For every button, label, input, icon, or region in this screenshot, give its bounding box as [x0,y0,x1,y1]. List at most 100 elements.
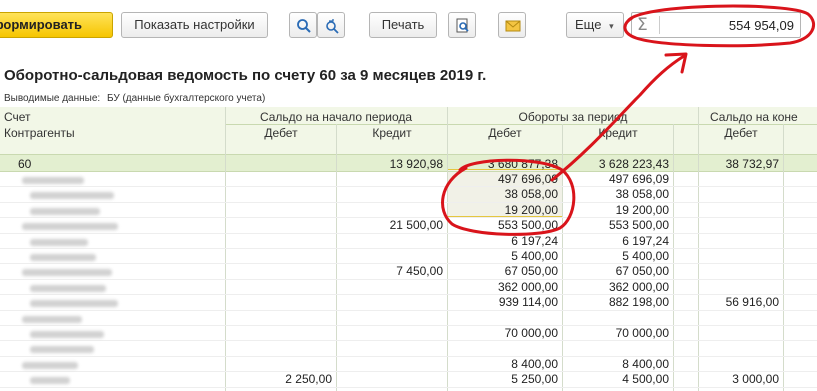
cell-opening-debit[interactable] [226,325,336,341]
cell-turnover-credit[interactable]: 362 000,00 [563,279,673,295]
col-counterparties-header: Контрагенты [4,125,224,141]
cell-opening-credit[interactable] [337,279,447,295]
cell-opening-credit[interactable] [337,202,447,218]
print-preview-button[interactable] [448,12,476,38]
cell-closing-debit[interactable] [700,217,783,233]
cell-turnover-debit[interactable]: 38 058,00 [448,186,562,202]
cell-closing-debit[interactable]: 3 000,00 [700,371,783,387]
cell-opening-debit[interactable] [226,233,336,249]
search-cancel-icon [326,19,339,34]
cell-opening-credit[interactable] [337,310,447,326]
cell-turnover-debit[interactable]: 6 197,24 [448,233,562,249]
cell-opening-debit[interactable] [226,171,336,187]
print-preview-icon [456,18,469,33]
cell-closing-debit[interactable] [700,340,783,356]
cell-opening-debit[interactable] [226,310,336,326]
send-email-button[interactable] [498,12,526,38]
cell-turnover-debit[interactable]: 5 250,00 [448,371,562,387]
cell-opening-debit[interactable] [226,248,336,264]
cell-opening-credit[interactable]: 7 450,00 [337,263,447,279]
cell-turnover-credit[interactable]: 5 400,00 [563,248,673,264]
cell-opening-credit[interactable]: 21 500,00 [337,217,447,233]
cell-turnover-credit[interactable]: 70 000,00 [563,325,673,341]
cell-opening-credit[interactable] [337,294,447,310]
cell-turnover-credit[interactable]: 38 058,00 [563,186,673,202]
cell-turnover-debit[interactable]: 8 400,00 [448,356,562,372]
cell-turnover-credit[interactable] [563,310,673,326]
cell-turnover-debit[interactable]: 67 050,00 [448,263,562,279]
cell-closing-debit[interactable] [700,202,783,218]
cell-turnover-credit[interactable]: 882 198,00 [563,294,673,310]
cell-turnover-debit[interactable] [448,340,562,356]
cell-opening-credit[interactable] [337,171,447,187]
search-cancel-button[interactable] [317,12,345,38]
opening-credit-header: Кредит [337,125,447,141]
search-button[interactable] [289,12,317,38]
cell-turnover-debit[interactable] [448,310,562,326]
turnover-credit-header: Кредит [563,125,673,141]
show-settings-button[interactable]: Показать настройки [121,12,268,38]
report-table[interactable]: Счет Контрагенты Сальдо на начало период… [0,107,817,391]
annotation-arrowhead [664,52,688,74]
cell-turnover-credit[interactable] [563,340,673,356]
cell-closing-debit[interactable] [700,310,783,326]
cell-opening-debit[interactable] [226,294,336,310]
selection-sum-field[interactable]: Σ 554 954,09 [631,12,801,38]
cell-opening-credit[interactable] [337,186,447,202]
cell-closing-debit[interactable] [700,279,783,295]
cell-turnover-debit[interactable]: 497 696,09 [448,171,562,187]
redacted-counterparty [30,300,118,308]
total-account: 60 [18,157,32,171]
cell-closing-debit[interactable] [700,171,783,187]
sum-value: 554 954,09 [728,18,794,33]
cell-opening-credit[interactable] [337,248,447,264]
cell-opening-debit[interactable] [226,186,336,202]
cell-closing-debit[interactable]: 56 916,00 [700,294,783,310]
cell-opening-debit[interactable]: 2 250,00 [226,371,336,387]
cell-turnover-debit[interactable]: 5 400,00 [448,248,562,264]
cell-turnover-debit[interactable]: 939 114,00 [448,294,562,310]
cell-opening-debit[interactable] [226,279,336,295]
cell-turnover-credit[interactable]: 553 500,00 [563,217,673,233]
cell-opening-debit[interactable] [226,202,336,218]
column-line [783,124,784,391]
cell-closing-debit[interactable] [700,186,783,202]
output-data-label: Выводимые данные: [4,93,101,104]
cell-opening-debit[interactable] [226,217,336,233]
cell-turnover-credit[interactable]: 8 400,00 [563,356,673,372]
cell-opening-credit[interactable] [337,325,447,341]
cell-closing-debit[interactable] [700,248,783,264]
more-button[interactable]: Еще ▾ [566,12,624,38]
cell-turnover-debit[interactable]: 70 000,00 [448,325,562,341]
cell-turnover-credit[interactable]: 6 197,24 [563,233,673,249]
redacted-counterparty [22,315,82,323]
cell-turnover-credit[interactable]: 497 696,09 [563,171,673,187]
cell-turnover-credit[interactable]: 19 200,00 [563,202,673,218]
cell-opening-debit[interactable] [226,340,336,356]
cell-opening-credit[interactable] [337,233,447,249]
cell-closing-debit[interactable] [700,325,783,341]
cell-turnover-debit[interactable]: 19 200,00 [448,202,562,218]
redacted-counterparty [30,331,104,338]
redacted-counterparty [30,207,100,215]
cell-opening-debit[interactable] [226,263,336,279]
cell-turnover-credit[interactable]: 4 500,00 [563,371,673,387]
header-line [226,124,817,125]
cell-opening-credit[interactable] [337,340,447,356]
envelope-icon [505,20,521,32]
cell-turnover-credit[interactable]: 67 050,00 [563,263,673,279]
print-button[interactable]: Печать [369,12,437,38]
cell-closing-debit[interactable] [700,233,783,249]
generate-button[interactable]: Сформировать [0,12,113,38]
cell-turnover-debit[interactable]: 553 500,00 [448,217,562,233]
cell-turnover-debit[interactable]: 362 000,00 [448,279,562,295]
cell-closing-debit[interactable] [700,263,783,279]
cell-opening-debit[interactable] [226,356,336,372]
header-line [0,154,817,155]
redacted-counterparty [22,223,118,231]
cell-closing-debit[interactable] [700,356,783,372]
redacted-counterparty [22,177,84,184]
opening-debit-header: Дебет [226,125,336,141]
cell-opening-credit[interactable] [337,371,447,387]
cell-opening-credit[interactable] [337,356,447,372]
